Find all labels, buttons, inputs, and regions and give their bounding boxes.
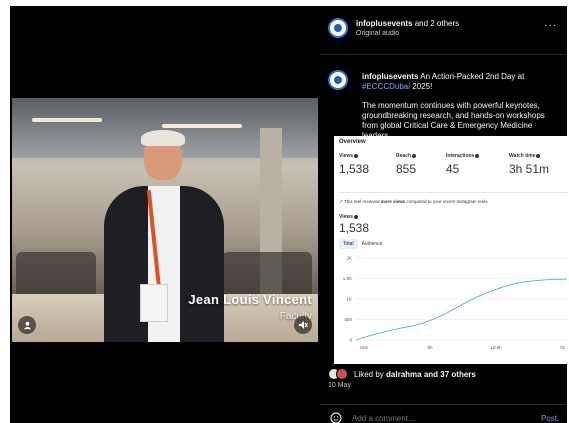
metric-value: 45 <box>446 162 460 176</box>
y-tick-label: 1K <box>346 297 352 302</box>
metric-label: Watch time <box>509 153 536 159</box>
post-date: 10 May <box>328 382 351 389</box>
tab-total[interactable]: Total <box>339 239 358 249</box>
emoji-icon[interactable] <box>330 412 342 423</box>
header-others[interactable]: and 2 others <box>415 19 459 28</box>
caption-avatar-row <box>328 70 348 90</box>
name-badge <box>140 284 168 322</box>
metric-label: Views <box>339 153 354 159</box>
speaker-role: Faculty <box>279 311 312 322</box>
comment-input[interactable] <box>350 412 504 423</box>
tab-audience[interactable]: Audience <box>358 239 387 249</box>
hair <box>141 130 185 146</box>
post-modal: Jean Louis Vincent Faculty infoplusevent… <box>10 6 567 423</box>
metric-reach: Reach 855 <box>396 153 416 176</box>
ceiling-light <box>32 118 102 122</box>
views-label: Views <box>339 214 359 220</box>
insights-card: Overview Views 1,538 Reach 855 Interacti… <box>334 136 567 364</box>
notice-text: This reel received <box>343 199 380 204</box>
more-options-icon[interactable]: ··· <box>544 20 557 31</box>
x-tick-label: 7d <box>559 345 565 350</box>
caption-paragraph: The momentum continues with powerful key… <box>362 101 545 140</box>
performance-notice: ↗ This reel received more views compared… <box>339 199 489 205</box>
liker-avatar[interactable] <box>336 368 348 380</box>
metric-label: Interactions <box>446 153 475 159</box>
x-tick-label: 9h <box>427 345 433 350</box>
video-panel: Jean Louis Vincent Faculty <box>10 6 318 423</box>
notice-emphasis: more views <box>380 199 406 204</box>
likes-others[interactable]: and 37 others <box>424 370 476 379</box>
caption-text: An Action-Packed 2nd Day at <box>420 72 525 81</box>
x-tick-label: 15m <box>360 345 369 350</box>
y-tick-label: 500 <box>344 317 352 322</box>
person-icon[interactable] <box>18 316 36 334</box>
info-icon <box>412 153 417 158</box>
info-icon <box>354 153 359 158</box>
metric-value: 855 <box>396 162 417 176</box>
post-sidebar: infoplusevents and 2 others Original aud… <box>320 6 567 423</box>
avatar[interactable] <box>328 18 348 38</box>
trend-icon: ↗ <box>339 199 343 204</box>
hashtag-link[interactable]: #ECCCDubai <box>362 82 410 91</box>
liker-username[interactable]: dalrahma <box>386 370 422 379</box>
y-tick-label: 1.5K <box>343 276 352 281</box>
divider <box>320 404 567 405</box>
caption-username[interactable]: infoplusevents <box>362 72 418 81</box>
views-value: 1,538 <box>339 221 370 235</box>
info-icon <box>475 153 480 158</box>
metric-label: Reach <box>396 153 412 159</box>
metric-value: 3h 51m <box>509 162 550 176</box>
ceiling-light <box>162 124 242 128</box>
header-username[interactable]: infoplusevents <box>356 19 412 28</box>
speaker-name: Jean Louis Vincent <box>188 292 312 307</box>
metric-watch-time: Watch time 3h 51m <box>509 153 549 176</box>
x-tick-label: 1d 6h <box>490 345 502 350</box>
divider <box>320 54 567 55</box>
speaker-nameplate: Jean Louis Vincent Faculty <box>188 292 312 322</box>
video-player[interactable]: Jean Louis Vincent Faculty <box>12 98 318 342</box>
avatar[interactable] <box>328 70 348 90</box>
mute-icon[interactable] <box>294 316 312 334</box>
views-series-line <box>355 278 567 341</box>
insights-title: Overview <box>339 139 366 145</box>
metric-interactions: Interactions 45 <box>446 153 480 176</box>
divider <box>339 192 567 193</box>
post-header: infoplusevents and 2 others Original aud… <box>328 18 459 38</box>
views-line-chart: 0 500 1K 1.5K 2K 15m 9h 1d 6h 7d <box>343 256 567 350</box>
metric-views: Views 1,538 <box>339 153 369 176</box>
info-icon <box>354 214 359 219</box>
post-button[interactable]: Post <box>541 414 557 423</box>
notice-text-end: compared to your recent Instagram reels. <box>406 199 489 204</box>
comment-bar <box>330 412 504 423</box>
caption-text-end: 2025! <box>412 82 433 91</box>
likes-row: Liked by dalrahma and 37 others <box>328 368 476 380</box>
metric-value: 1,538 <box>339 162 370 176</box>
audio-label[interactable]: Original audio <box>356 30 459 37</box>
y-tick-label: 2K <box>346 256 352 261</box>
insights-tabs: Total Audience <box>339 239 386 249</box>
likes-prefix: Liked by <box>354 369 384 379</box>
info-icon <box>536 153 541 158</box>
y-tick-label: 0 <box>349 338 352 343</box>
